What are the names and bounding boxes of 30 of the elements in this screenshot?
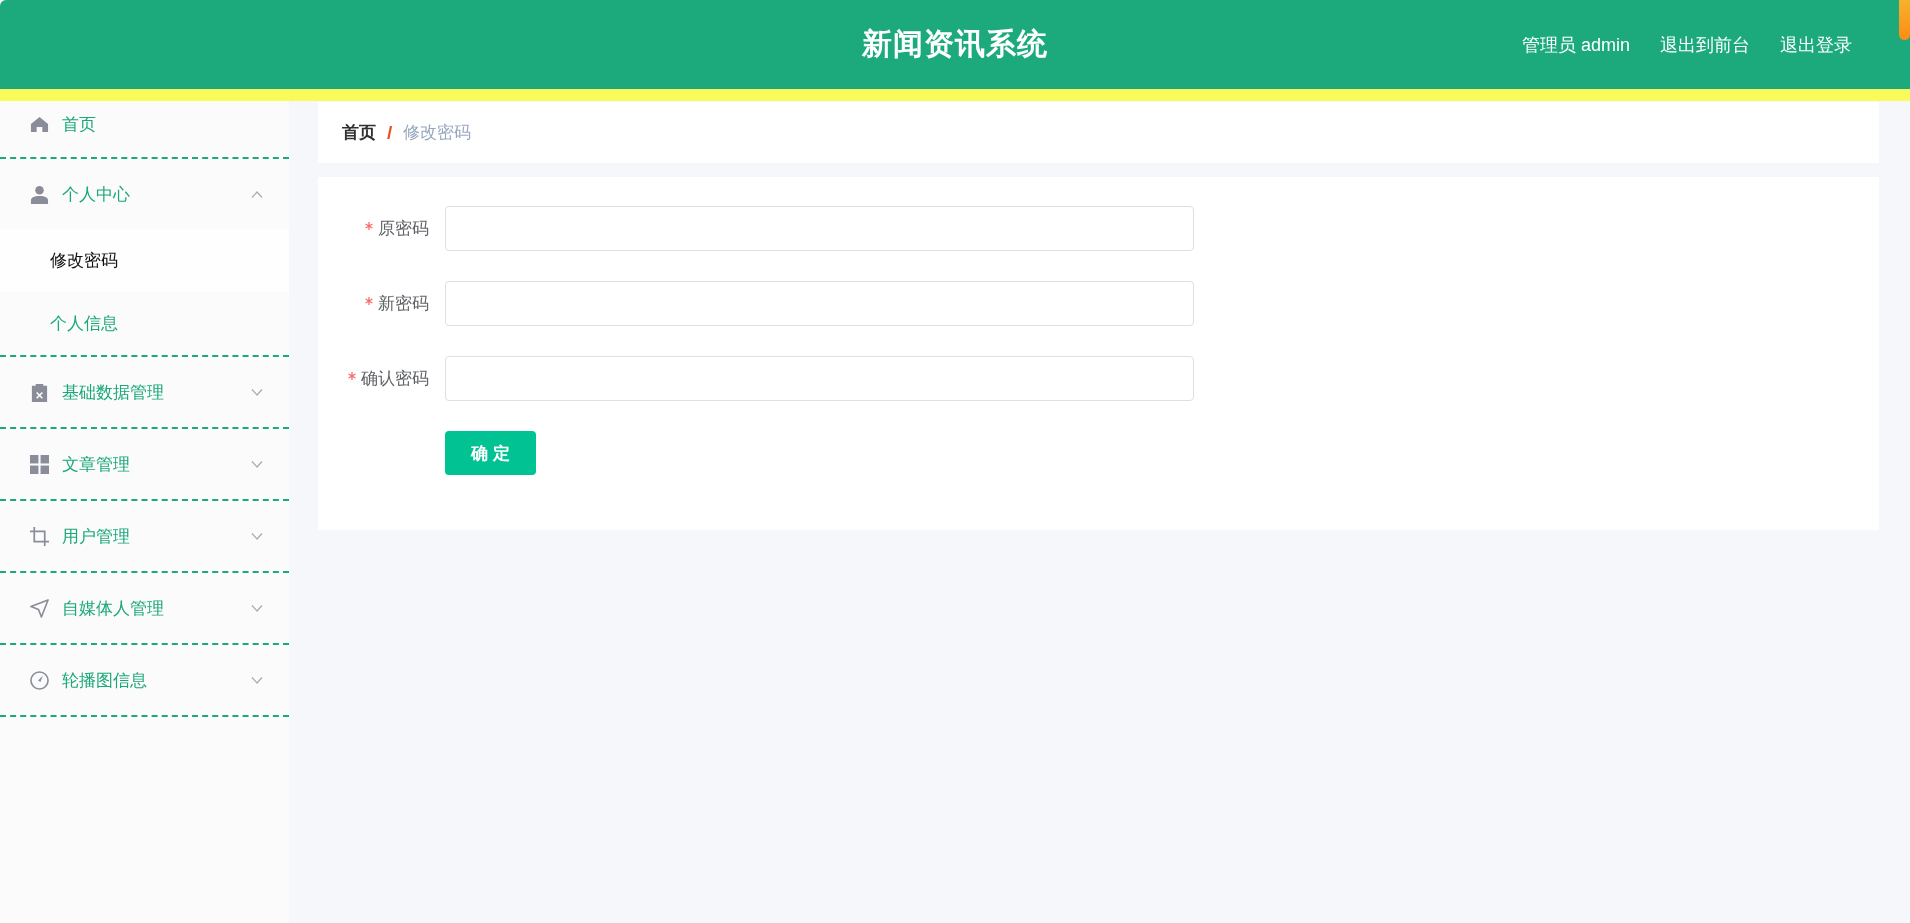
grid-icon — [30, 454, 49, 474]
field-label: 确认密码 — [361, 368, 429, 390]
scrollbar-thumb[interactable] — [1899, 0, 1910, 40]
crop-icon — [30, 526, 49, 546]
home-icon — [30, 114, 49, 134]
menu-item[interactable]: 首页 — [0, 101, 289, 157]
admin-user-label: 管理员 admin — [1521, 33, 1630, 57]
breadcrumb-separator: / — [387, 121, 393, 144]
header-link[interactable]: 退出到前台 — [1660, 32, 1750, 57]
field-label: 新密码 — [378, 293, 429, 315]
field-label: 原密码 — [378, 218, 429, 240]
password-input[interactable] — [445, 281, 1194, 326]
password-input[interactable] — [445, 356, 1194, 401]
app-title: 新闻资讯系统 — [862, 26, 1048, 62]
breadcrumb-current: 修改密码 — [403, 122, 472, 144]
header-link[interactable]: 退出登录 — [1780, 32, 1852, 57]
clipboard-icon — [30, 382, 49, 402]
navigation-arrow-icon — [30, 598, 49, 618]
user-icon — [30, 184, 49, 204]
menu-item[interactable]: 基础数据管理 — [0, 357, 289, 427]
menu-item[interactable]: 个人中心 — [0, 159, 289, 229]
menu-item[interactable]: 自媒体人管理 — [0, 573, 289, 643]
menu-item[interactable]: 文章管理 — [0, 429, 289, 499]
compass-icon — [30, 670, 49, 690]
confirm-button[interactable]: 确 定 — [445, 431, 536, 475]
password-input[interactable] — [445, 206, 1194, 251]
breadcrumb-link[interactable]: 首页 — [342, 121, 376, 144]
submenu-item[interactable]: 个人信息 — [0, 292, 289, 355]
menu-item[interactable]: 用户管理 — [0, 501, 289, 571]
menu-item[interactable]: 轮播图信息 — [0, 645, 289, 715]
